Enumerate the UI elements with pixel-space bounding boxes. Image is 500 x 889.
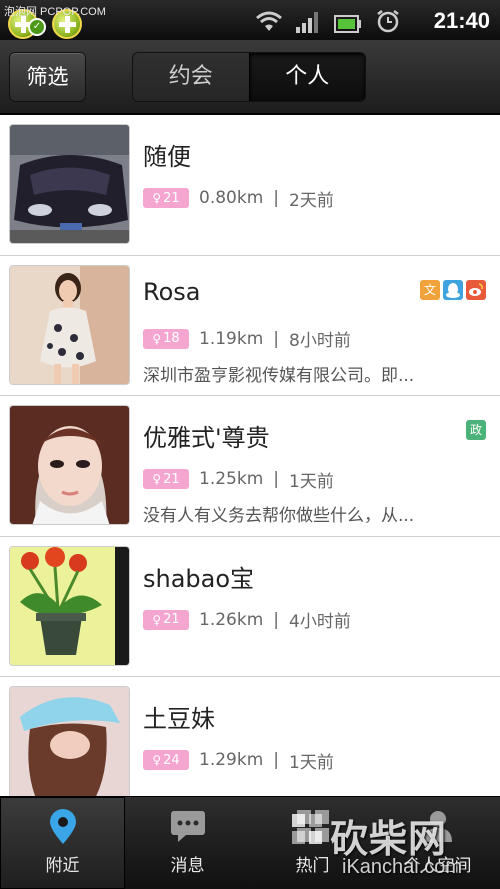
battery-icon [334, 15, 361, 33]
separator: | [273, 188, 279, 208]
alarm-icon [377, 10, 399, 33]
list-item[interactable]: 土豆妹 ♀ 24 1.29km | 1天前 [0, 677, 500, 796]
status-bar: ✓ 泡泡网 PCPOP.COM 21:40 [0, 0, 500, 40]
user-name: shabao宝 [143, 564, 255, 593]
user-meta: ♀ 18 1.19km | 8小时前 [143, 328, 351, 352]
female-icon: ♀ [152, 612, 162, 627]
last-active: 2天前 [289, 190, 334, 211]
person-icon [423, 811, 452, 842]
tab-dating[interactable]: 约会 [133, 53, 249, 101]
status-time: 21:40 [433, 8, 490, 33]
list-item[interactable]: 优雅式'尊贵 政 ♀ 21 1.25km | 1天前 没有人有义务去帮你做些什么，… [0, 396, 500, 537]
tab-label: 热门 [295, 856, 330, 876]
distance: 1.25km [199, 469, 264, 490]
user-meta: ♀ 21 1.26km | 4小时前 [143, 609, 351, 633]
avatar[interactable] [9, 545, 130, 666]
list-item[interactable]: shabao宝 ♀ 21 1.26km | 4小时前 [0, 536, 500, 678]
age-badge: ♀ 21 [143, 188, 189, 208]
weibo-badge-icon [466, 279, 486, 300]
avatar[interactable] [9, 405, 130, 526]
zheng-badge-icon: 政 [466, 420, 486, 441]
segmented-control: 约会 个人 [132, 52, 366, 102]
user-meta: ♀ 24 1.29km | 1天前 [143, 749, 334, 773]
distance: 0.80km [199, 188, 264, 208]
age-badge: ♀ 21 [143, 609, 189, 630]
tab-popular[interactable]: 热门 [250, 797, 375, 889]
user-signature: 没有人有义务去帮你做些什么，从... [143, 506, 415, 527]
verification-badges: 政 [466, 420, 486, 441]
user-meta: ♀ 21 1.25km | 1天前 [143, 468, 334, 492]
qq-badge-icon [443, 279, 463, 300]
user-signature: 深圳市盈亨影视传媒有限公司。即... [143, 365, 415, 386]
female-icon: ♀ [152, 331, 162, 346]
separator: | [273, 750, 279, 771]
tab-profile[interactable]: 个人空间 [375, 797, 500, 889]
last-active: 1天前 [289, 471, 334, 492]
tab-messages[interactable]: 消息 [125, 797, 250, 889]
location-pin-icon [49, 809, 76, 844]
app-add-check-icon: ✓ [28, 18, 46, 36]
user-meta: ♀ 21 0.80km | 2天前 [143, 187, 334, 211]
tab-label: 附近 [45, 856, 80, 876]
last-active: 1天前 [289, 752, 334, 773]
last-active: 4小时前 [289, 612, 351, 633]
age-badge: ♀ 18 [143, 328, 189, 349]
distance: 1.26km [199, 609, 264, 630]
female-icon: ♀ [152, 753, 162, 768]
user-name: 土豆妹 [143, 705, 215, 734]
age-badge: ♀ 21 [143, 469, 189, 490]
user-name: 优雅式'尊贵 [143, 424, 270, 453]
tab-label: 个人空间 [403, 856, 472, 876]
bottom-tab-bar: 附近 消息 热门 个人空间 [0, 796, 500, 889]
signal-icon [296, 12, 318, 33]
wifi-icon [256, 11, 282, 31]
tab-label: 消息 [170, 856, 205, 876]
user-name: Rosa [143, 277, 201, 306]
user-name: 随便 [143, 143, 191, 171]
female-icon: ♀ [152, 472, 162, 487]
header: 筛选 约会 个人 [0, 40, 500, 114]
verification-badges: 文 [420, 279, 486, 300]
separator: | [273, 469, 279, 490]
message-icon [170, 811, 205, 842]
separator: | [273, 328, 279, 349]
watermark-text: 泡泡网 PCPOP.COM [4, 6, 106, 18]
avatar[interactable] [9, 686, 130, 796]
distance: 1.29km [199, 750, 264, 771]
age-badge: ♀ 24 [143, 750, 189, 771]
female-icon: ♀ [152, 191, 162, 205]
grid-icon [296, 810, 329, 842]
list-item[interactable]: 随便 ♀ 21 0.80km | 2天前 [0, 115, 500, 256]
distance: 1.19km [199, 328, 264, 349]
last-active: 8小时前 [289, 331, 351, 352]
filter-button[interactable]: 筛选 [9, 52, 86, 102]
tab-nearby[interactable]: 附近 [0, 797, 125, 889]
separator: | [273, 609, 279, 630]
avatar[interactable] [9, 264, 130, 385]
tab-personal[interactable]: 个人 [248, 53, 365, 101]
nearby-user-list[interactable]: 随便 ♀ 21 0.80km | 2天前 Rosa 文 ♀ 18 1.19km … [0, 115, 500, 796]
list-item[interactable]: Rosa 文 ♀ 18 1.19km | 8小时前 深圳市盈亨影视传媒有限公司。即… [0, 255, 500, 397]
status-icons [256, 9, 400, 33]
wen-badge-icon: 文 [420, 279, 440, 300]
avatar[interactable] [9, 124, 130, 244]
